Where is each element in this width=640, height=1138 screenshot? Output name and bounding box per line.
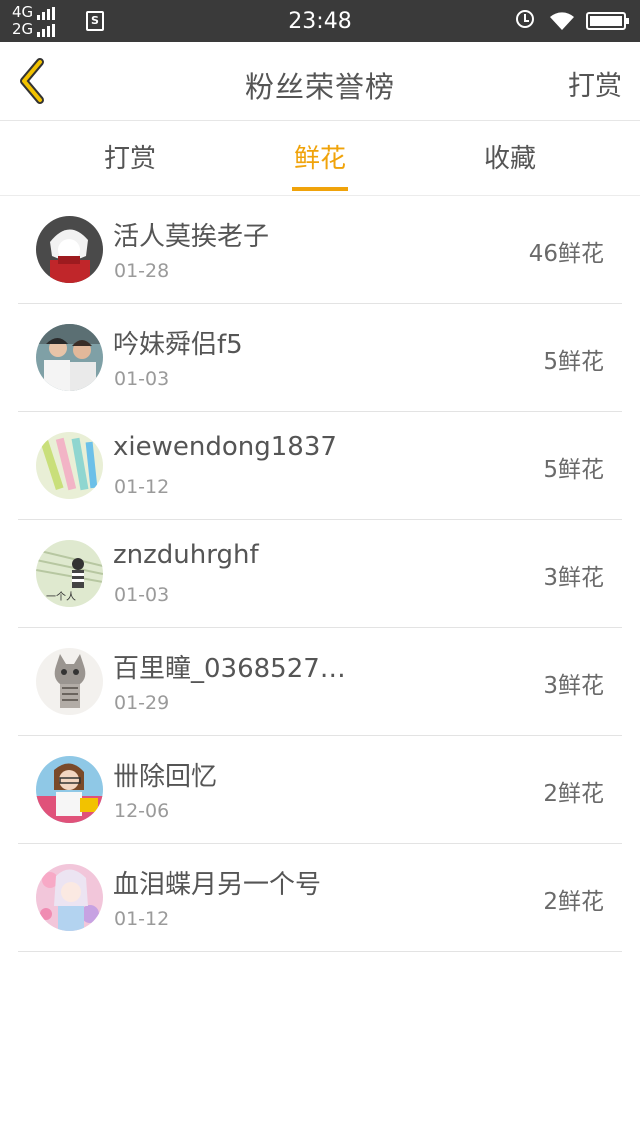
fan-name: 活人莫挨老子 (113, 222, 270, 252)
page-title: 粉丝荣誉榜 (244, 70, 395, 104)
fan-date: 01-29 (114, 692, 170, 714)
flower-count: 2鲜花 (543, 889, 604, 915)
tab-reward[interactable]: 打赏 (60, 121, 200, 195)
avatar[interactable]: 一个人 (36, 540, 103, 607)
avatar[interactable] (36, 432, 103, 499)
tab-label: 打赏 (103, 144, 156, 174)
tab-label: 收藏 (483, 144, 536, 174)
fan-name: 吟妹舜侣f5 (113, 330, 243, 360)
reward-button[interactable]: 打赏 (568, 64, 622, 103)
wifi-icon (550, 12, 574, 30)
fan-date: 01-03 (114, 584, 170, 606)
fan-list: 活人莫挨老子 01-28 46鲜花 吟妹舜侣f5 01-03 5鲜花 xiewe… (18, 196, 622, 952)
status-bar: 4G 2G S 23:48 (0, 0, 640, 42)
list-item[interactable]: 吟妹舜侣f5 01-03 5鲜花 (18, 304, 622, 412)
list-item[interactable]: xiewendong1837 01-12 5鲜花 (18, 412, 622, 520)
flower-count: 3鲜花 (543, 673, 604, 699)
flower-count: 5鲜花 (543, 457, 604, 483)
tab-label: 鲜花 (293, 144, 346, 174)
fan-name: znzduhrghf (113, 540, 259, 570)
fan-date: 01-12 (114, 476, 170, 498)
fan-name: 血泪蝶月另一个号 (113, 870, 322, 900)
battery-icon (586, 12, 629, 30)
list-item[interactable]: 活人莫挨老子 01-28 46鲜花 (18, 196, 622, 304)
avatar[interactable] (36, 216, 103, 283)
alarm-icon (516, 10, 534, 28)
list-item[interactable]: 百里瞳_0368527… 01-29 3鲜花 (18, 628, 622, 736)
fan-date: 12-06 (114, 800, 170, 822)
svg-text:一个人: 一个人 (46, 591, 76, 603)
tab-bar: 打赏 鲜花 收藏 (0, 121, 640, 196)
tab-flowers[interactable]: 鲜花 (250, 121, 390, 195)
fan-name: xiewendong1837 (113, 432, 337, 462)
avatar[interactable] (36, 756, 103, 823)
tab-favorites[interactable]: 收藏 (440, 121, 580, 195)
fan-date: 01-03 (114, 368, 170, 390)
active-tab-indicator (292, 187, 348, 191)
flower-count: 2鲜花 (543, 781, 604, 807)
flower-count: 46鲜花 (528, 241, 604, 267)
avatar[interactable] (36, 324, 103, 391)
list-item[interactable]: 一个人 znzduhrghf 01-03 3鲜花 (18, 520, 622, 628)
fan-name: 百里瞳_0368527… (113, 654, 346, 684)
flower-count: 3鲜花 (543, 565, 604, 591)
status-time: 23:48 (288, 9, 352, 34)
list-item[interactable]: 卌除回忆 12-06 2鲜花 (18, 736, 622, 844)
fan-date: 01-28 (114, 260, 170, 282)
app-header: 粉丝荣誉榜 打赏 (0, 42, 640, 121)
fan-date: 01-12 (114, 908, 170, 930)
flower-count: 5鲜花 (543, 349, 604, 375)
list-item[interactable]: 血泪蝶月另一个号 01-12 2鲜花 (18, 844, 622, 952)
fan-name: 卌除回忆 (113, 762, 218, 792)
avatar[interactable] (36, 648, 103, 715)
avatar[interactable] (36, 864, 103, 931)
